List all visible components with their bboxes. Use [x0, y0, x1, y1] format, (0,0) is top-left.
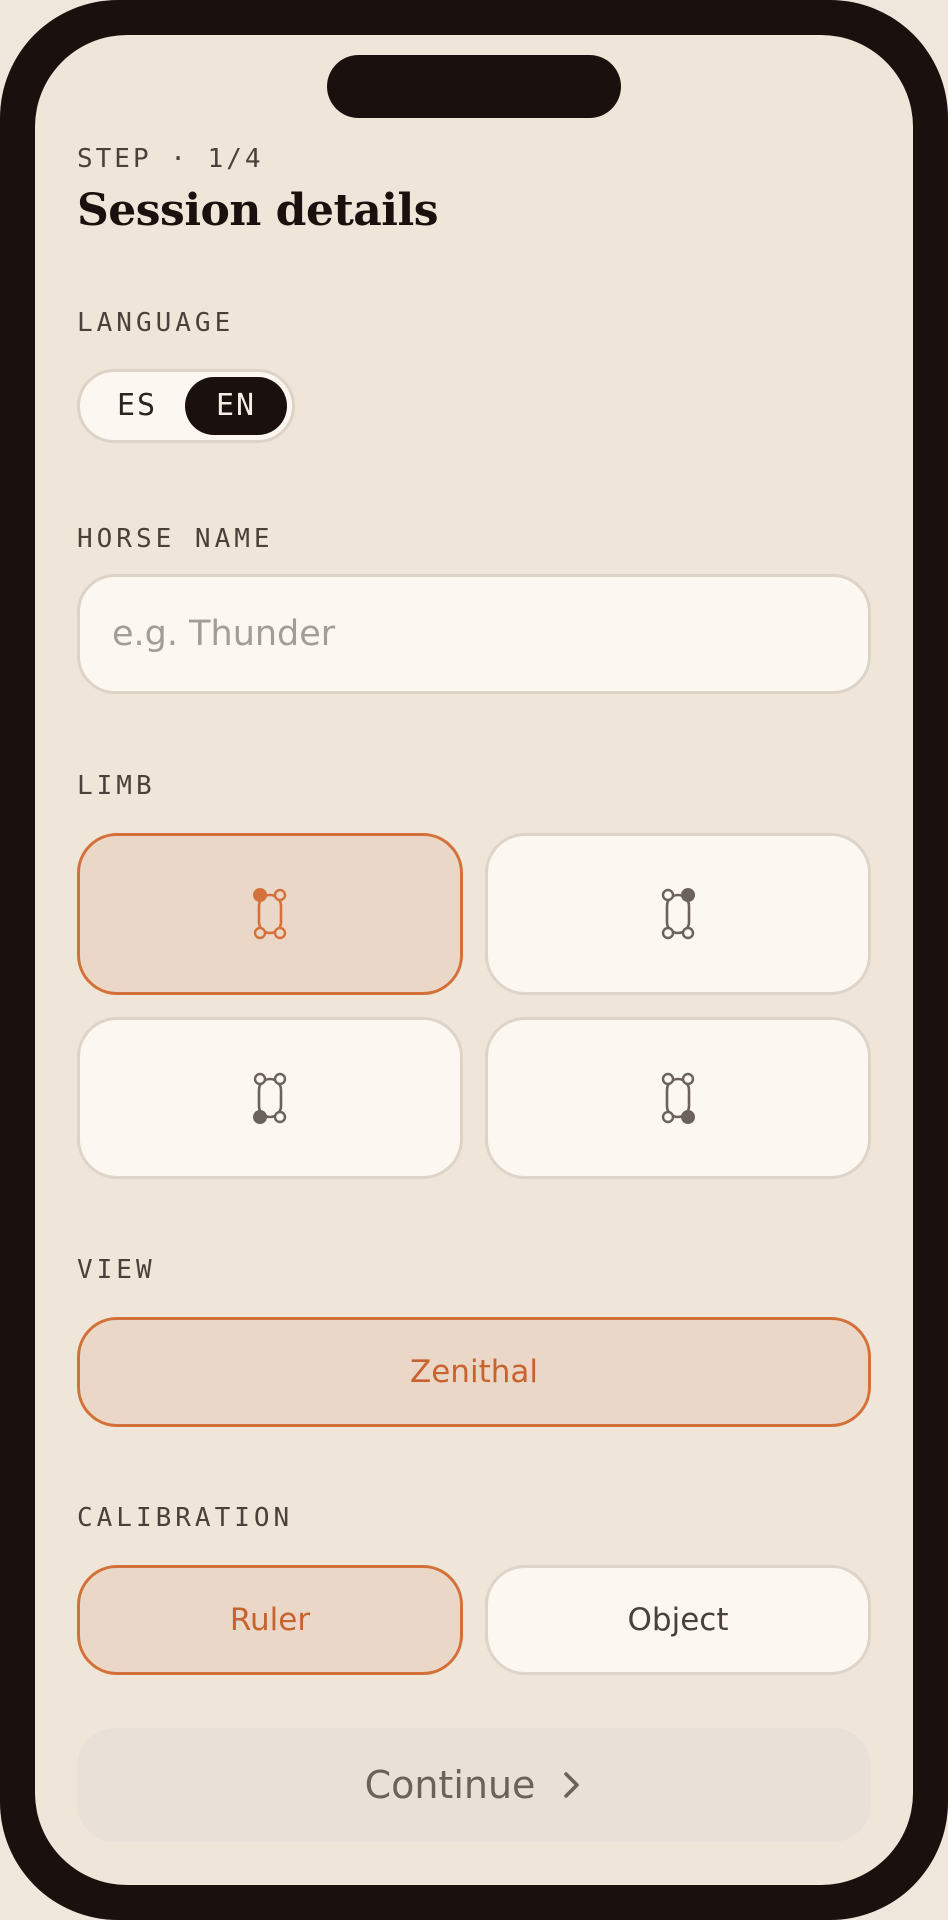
continue-button[interactable]: Continue: [77, 1728, 871, 1842]
page-title: Session details: [77, 185, 438, 236]
continue-label: Continue: [364, 1763, 536, 1807]
dynamic-island: [327, 55, 621, 118]
phone-frame: STEP · 1/4 Session details LANGUAGE ES E…: [0, 0, 948, 1920]
hind-left-limb-icon: [253, 1072, 287, 1124]
calibration-label: CALIBRATION: [77, 1503, 294, 1533]
view-option-label: Zenithal: [410, 1354, 538, 1390]
screen: STEP · 1/4 Session details LANGUAGE ES E…: [35, 35, 913, 1885]
view-label: VIEW: [77, 1255, 156, 1285]
step-indicator: STEP · 1/4: [77, 144, 264, 174]
horse-name-label: HORSE NAME: [77, 524, 274, 554]
language-toggle: ES EN: [77, 369, 295, 443]
language-option-en[interactable]: EN: [185, 377, 287, 435]
calibration-option-label: Ruler: [229, 1602, 311, 1638]
calibration-option-ruler[interactable]: Ruler: [77, 1565, 463, 1675]
calibration-option-label: Object: [627, 1602, 729, 1638]
limb-option-hind-left[interactable]: [77, 1017, 463, 1179]
limb-label: LIMB: [77, 771, 156, 801]
hind-right-limb-icon: [661, 1072, 695, 1124]
front-left-limb-icon: [253, 888, 287, 940]
language-option-es[interactable]: ES: [86, 377, 188, 435]
calibration-option-object[interactable]: Object: [485, 1565, 871, 1675]
limb-option-front-left[interactable]: [77, 833, 463, 995]
view-option-zenithal[interactable]: Zenithal: [77, 1317, 871, 1427]
horse-name-input[interactable]: [77, 574, 871, 694]
language-label: LANGUAGE: [77, 308, 235, 338]
limb-option-hind-right[interactable]: [485, 1017, 871, 1179]
limb-option-front-right[interactable]: [485, 833, 871, 995]
chevron-right-icon: [564, 1772, 580, 1798]
front-right-limb-icon: [661, 888, 695, 940]
